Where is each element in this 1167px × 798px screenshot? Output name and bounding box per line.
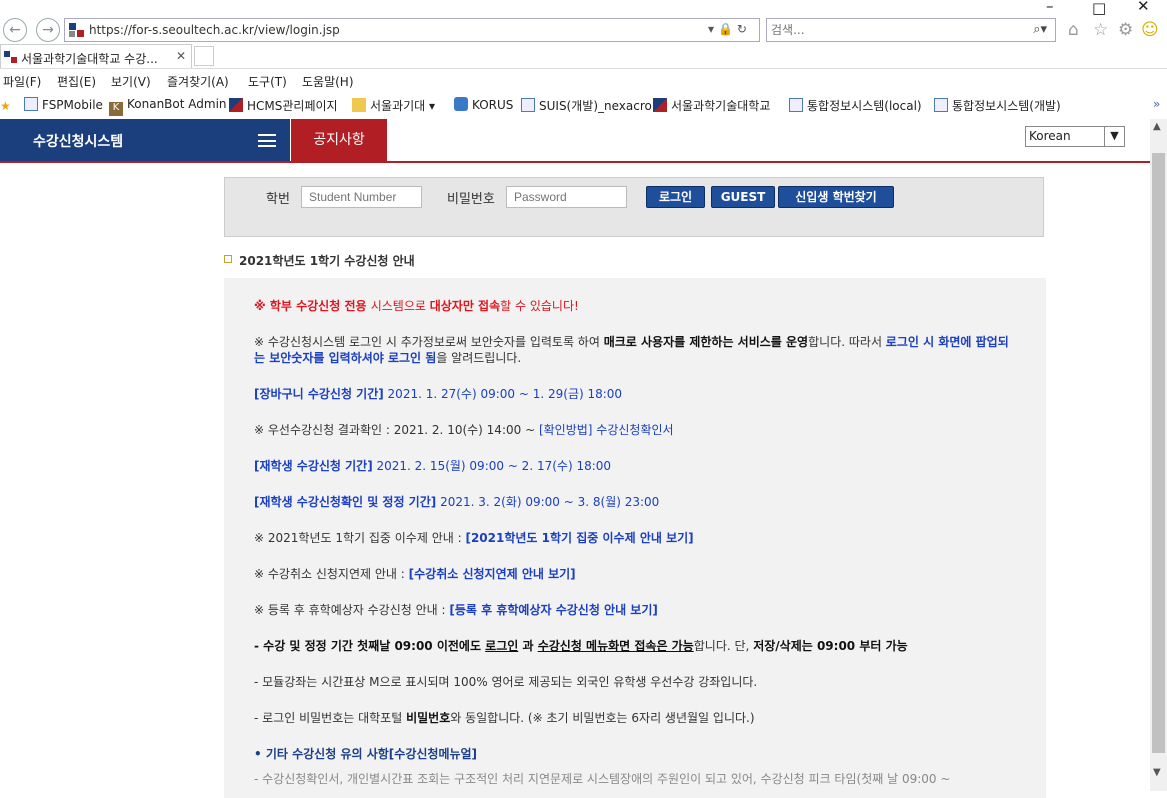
new-tab-button[interactable] [194,46,214,66]
menu-edit[interactable]: 편집(E) [57,73,96,90]
notice-line-intensive: ※ 2021학년도 1학기 집중 이수제 안내 : [2021학년도 1학기 집… [254,531,694,545]
tab-close-icon[interactable]: ✕ [176,49,186,63]
password-input[interactable] [506,186,627,208]
tab-notice[interactable]: 공지사항 [291,119,387,161]
browser-tab[interactable]: 서울과학기술대학교 수강... ✕ [0,44,192,69]
fav-item-suis-local[interactable]: 통합정보시스템(local) [789,97,922,114]
address-tools-icon[interactable]: ▾🔒↻ [708,22,751,36]
menu-view[interactable]: 보기(V) [111,73,151,90]
notice-line-password: - 로그인 비밀번호는 대학포털 비밀번호와 동일합니다. (※ 초기 비밀번호… [254,711,755,725]
find-student-number-button[interactable]: 신입생 학번찾기 [778,186,894,208]
guest-button[interactable]: GUEST [711,186,775,208]
menu-help[interactable]: 도움말(H) [302,73,354,90]
fav-item-konanbot[interactable]: K KonanBot Admin [109,97,227,116]
fav-item-korus[interactable]: KORUS [454,97,513,112]
scroll-up-icon[interactable]: ▲ [1153,121,1161,132]
search-input[interactable] [771,21,1011,39]
address-bar[interactable]: https://for-s.seoultech.ac.kr/view/login… [64,18,760,42]
menu-favorites[interactable]: 즐겨찾기(A) [167,73,229,90]
tab-favicon-icon [4,51,17,63]
favorites-star-icon[interactable]: ☆ [1093,20,1108,40]
fav-item-suis-dev[interactable]: 통합정보시스템(개발) [934,97,1061,114]
withdraw-delay-link[interactable]: [수강취소 신청지연제 안내 보기] [409,567,576,581]
hamburger-menu-icon[interactable] [258,134,276,147]
notice-line-correction-period: [재학생 수강신청확인 및 정정 기간] 2021. 3. 2(화) 09:00… [254,495,660,509]
brand-bar: 수강신청시스템 [0,119,290,161]
language-select[interactable]: Korean ▼ [1025,126,1125,147]
password-label: 비밀번호 [447,192,495,207]
url-text[interactable]: https://for-s.seoultech.ac.kr/view/login… [89,23,340,37]
login-button[interactable]: 로그인 [646,186,705,208]
student-id-label: 학번 [266,192,290,207]
fav-item-suis[interactable]: SUIS(개발)_nexacro [521,97,652,114]
fav-item-hcms[interactable]: HCMS관리페이지 [229,97,338,114]
site-favicon-icon [69,23,84,37]
notice-line-module: - 모듈강좌는 시간표상 M으로 표시되며 100% 영어로 제공되는 외국인 … [254,675,758,689]
menu-bar: 파일(F) 편집(E) 보기(V) 즐겨찾기(A) 도구(T) 도움말(H) [0,70,1167,92]
leave-info-link[interactable]: [등록 후 휴학예상자 수강신청 안내 보기] [449,603,658,617]
search-icon[interactable]: ⌕▾ [1033,22,1047,37]
favorites-star-add-icon[interactable]: ★ [0,97,18,113]
notice-content: ※ 학부 수강신청 전용 시스템으로 대상자만 접속할 수 있습니다! ※ 수강… [224,278,1046,798]
notice-line-withdraw-delay: ※ 수강취소 신청지연제 안내 : [수강취소 신청지연제 안내 보기] [254,567,576,581]
notice-line-enrolled-period: [재학생 수강신청 기간] 2021. 2. 15(월) 09:00 ~ 2. … [254,459,612,473]
intensive-info-link[interactable]: [2021학년도 1학기 집중 이수제 안내 보기] [465,531,693,545]
scroll-thumb[interactable] [1152,153,1165,753]
back-arrow-icon[interactable]: ← [3,18,27,42]
scroll-down-icon[interactable]: ▼ [1153,767,1161,778]
notice-section-title: 2021학년도 1학기 수강신청 안내 [224,252,415,269]
fav-item-seoultech[interactable]: 서울과학기술대학교 [653,97,770,114]
vertical-scrollbar[interactable]: ▲ ▼ [1150,119,1167,791]
language-value: Korean [1029,129,1071,143]
login-panel: 학번 비밀번호 로그인 GUEST 신입생 학번찾기 [224,177,1044,237]
manual-link[interactable]: [수강신청메뉴얼] [389,747,477,761]
menu-tools[interactable]: 도구(T) [248,73,287,90]
notice-line-early-access: - 수강 및 정정 기간 첫째날 09:00 이전에도 로그인 과 수강신청 메… [254,639,908,653]
notice-line-access: ※ 학부 수강신청 전용 시스템으로 대상자만 접속할 수 있습니다! [254,299,579,313]
student-number-input[interactable] [301,186,422,208]
fav-item-fspmobile[interactable]: FSPMobile [24,97,103,112]
chevron-more-icon[interactable]: » [1153,97,1160,111]
favorites-bar: ★ FSPMobile K KonanBot Admin HCMS관리페이지 서울… [0,93,1167,117]
site-header: 수강신청시스템 공지사항 Korean ▼ [0,119,1150,163]
smiley-feedback-icon[interactable]: ☺ [1141,20,1159,40]
home-icon[interactable]: ⌂ [1068,20,1079,40]
notice-line-priority-result: ※ 우선수강신청 결과확인 : 2021. 2. 10(수) 14:00 ~ [… [254,423,674,437]
settings-gear-icon[interactable]: ⚙ [1118,20,1133,40]
notice-line-security: ※ 수강신청시스템 로그인 시 추가정보로써 보안숫자를 입력토록 하여 매크로… [254,335,1009,365]
search-box[interactable]: ⌕▾ [766,18,1056,42]
confirmation-link[interactable]: [확인방법] 수강신청확인서 [539,423,674,437]
notice-line-basket-period: [장바구니 수강신청 기간] 2021. 1. 27(수) 09:00 ~ 1.… [254,387,623,401]
chevron-down-icon: ▼ [1104,126,1124,147]
tab-divider [0,68,1167,69]
fav-folder-seoultech[interactable]: 서울과기대 ▾ [352,97,435,114]
menu-file[interactable]: 파일(F) [3,73,41,90]
forward-arrow-icon[interactable]: → [36,18,60,42]
browser-chrome: ← → https://for-s.seoultech.ac.kr/view/l… [0,0,1167,119]
site-title[interactable]: 수강신청시스템 [33,131,123,151]
notice-line-confirmation-delay: - 수강신청확인서, 개인별시간표 조회는 구조적인 처리 지연문제로 시스템장… [254,772,951,786]
notice-line-other: • 기타 수강신청 유의 사항[수강신청메뉴얼] [254,747,478,761]
tab-title: 서울과학기술대학교 수강... [21,52,158,66]
close-window-icon[interactable]: ✕ [1137,0,1150,15]
minimize-icon[interactable]: – [1046,0,1054,15]
notice-line-leave: ※ 등록 후 휴학예상자 수강신청 안내 : [등록 후 휴학예상자 수강신청 … [254,603,658,617]
maximize-icon[interactable]: □ [1092,0,1106,17]
